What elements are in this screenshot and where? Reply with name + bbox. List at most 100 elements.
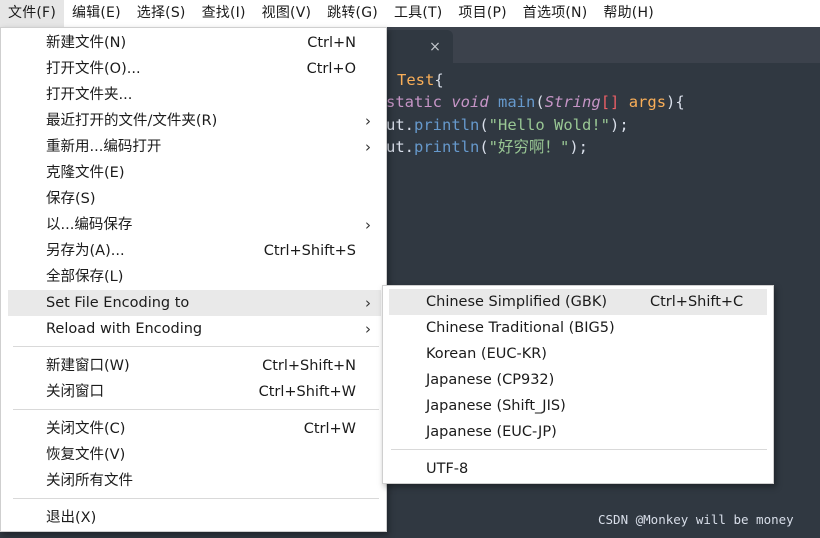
code-token: void [451, 93, 489, 111]
submenu-item-shortcut: Ctrl+Shift+C [650, 294, 744, 310]
code-token: { [434, 71, 444, 89]
submenu-item-utf8[interactable]: UTF-8 [389, 456, 767, 482]
code-token: args [628, 93, 667, 111]
code-line-2: static void main(String[] args){ [386, 91, 685, 113]
code-token: ( [535, 93, 545, 111]
submenu-item-label: Korean (EUC-KR) [426, 346, 547, 362]
menu-item-label: 克隆文件(E) [46, 165, 125, 181]
menu-item-label: 以...编码保存 [46, 217, 133, 233]
submenu-item-label: Japanese (CP932) [426, 372, 555, 388]
submenu-item-label: Chinese Traditional (BIG5) [426, 320, 615, 336]
menu-separator [13, 346, 379, 347]
code-token: "Hello Wold!" [488, 116, 610, 134]
menu-item-set-file-encoding[interactable]: Set File Encoding to › [8, 290, 381, 316]
menu-item-shortcut: Ctrl+W [303, 421, 356, 437]
menu-item-close-window[interactable]: 关闭窗口 Ctrl+Shift+W [8, 379, 381, 405]
file-menu: 新建文件(N) Ctrl+N 打开文件(O)... Ctrl+O 打开文件夹... … [0, 27, 387, 532]
menu-selection[interactable]: 选择(S) [129, 0, 194, 27]
code-token: static [386, 93, 442, 111]
menu-item-exit[interactable]: 退出(X) [8, 505, 381, 531]
menu-separator [13, 498, 379, 499]
menu-edit[interactable]: 编辑(E) [64, 0, 129, 27]
submenu-item-gbk[interactable]: Chinese Simplified (GBK) Ctrl+Shift+C [389, 289, 767, 315]
chevron-right-icon: › [365, 320, 371, 338]
menu-item-label: 关闭文件(C) [46, 421, 126, 437]
submenu-item-shift-jis[interactable]: Japanese (Shift_JIS) [389, 393, 767, 419]
submenu-separator [391, 449, 767, 450]
chevron-right-icon: › [365, 138, 371, 156]
code-token: ( [479, 116, 489, 134]
watermark: CSDN @Monkey will be money [598, 512, 794, 527]
code-line-1: Test{ [397, 69, 444, 91]
menu-item-label: Reload with Encoding [46, 321, 203, 337]
code-token: main [498, 93, 536, 111]
menu-item-save-all[interactable]: 全部保存(L) [8, 264, 381, 290]
code-token: [] [600, 93, 620, 111]
code-line-4: ut.println("好穷啊！"); [386, 136, 588, 158]
menu-help[interactable]: 帮助(H) [595, 0, 661, 27]
submenu-item-euc-jp[interactable]: Japanese (EUC-JP) [389, 419, 767, 445]
code-token: ut. [386, 116, 414, 134]
menu-item-save-with-encoding[interactable]: 以...编码保存 › [8, 212, 381, 238]
chevron-right-icon: › [365, 294, 371, 312]
menu-tools[interactable]: 工具(T) [386, 0, 450, 27]
menu-item-clone-file[interactable]: 克隆文件(E) [8, 160, 381, 186]
menu-item-shortcut: Ctrl+Shift+S [263, 243, 356, 259]
menu-item-label: Set File Encoding to [46, 295, 190, 311]
code-token: ){ [666, 93, 685, 111]
code-token: Test [397, 71, 435, 89]
menu-item-shortcut: Ctrl+N [307, 35, 356, 51]
tab-close-icon[interactable]: × [428, 37, 442, 57]
menu-item-label: 最近打开的文件/文件夹(R) [46, 113, 218, 129]
menu-item-open-file[interactable]: 打开文件(O)... Ctrl+O [8, 56, 381, 82]
menu-item-new-file[interactable]: 新建文件(N) Ctrl+N [8, 30, 381, 56]
submenu-item-big5[interactable]: Chinese Traditional (BIG5) [389, 315, 767, 341]
menu-find[interactable]: 查找(I) [194, 0, 254, 27]
menu-view[interactable]: 视图(V) [254, 0, 320, 27]
editor-tab[interactable] [380, 30, 453, 65]
code-token: ); [610, 116, 629, 134]
menu-item-label: 重新用...编码打开 [46, 139, 162, 155]
menu-item-close-all[interactable]: 关闭所有文件 [8, 468, 381, 494]
menu-item-label: 关闭窗口 [46, 384, 104, 400]
submenu-item-label: Japanese (EUC-JP) [426, 424, 557, 440]
submenu-item-label: Japanese (Shift_JIS) [426, 398, 566, 414]
menubar: 文件(F) 编辑(E) 选择(S) 查找(I) 视图(V) 跳转(G) 工具(T… [0, 0, 820, 27]
chevron-right-icon: › [365, 112, 371, 130]
submenu-item-label: Chinese Simplified (GBK) [426, 294, 608, 310]
menu-item-label: 退出(X) [46, 510, 97, 526]
code-token: println [414, 116, 480, 134]
code-token: ( [479, 138, 489, 156]
encoding-submenu: Chinese Simplified (GBK) Ctrl+Shift+C Chi… [382, 285, 774, 484]
menu-item-save-as[interactable]: 另存为(A)... Ctrl+Shift+S [8, 238, 381, 264]
submenu-item-euc-kr[interactable]: Korean (EUC-KR) [389, 341, 767, 367]
menu-separator [13, 409, 379, 410]
menu-preferences[interactable]: 首选项(N) [515, 0, 596, 27]
menu-item-reopen-encoding[interactable]: 重新用...编码打开 › [8, 134, 381, 160]
menu-item-revert-file[interactable]: 恢复文件(V) [8, 442, 381, 468]
menu-project[interactable]: 项目(P) [450, 0, 514, 27]
menu-item-label: 打开文件夹... [46, 87, 133, 103]
menu-item-reload-encoding[interactable]: Reload with Encoding › [8, 316, 381, 342]
menu-item-shortcut: Ctrl+Shift+W [258, 384, 356, 400]
menu-goto[interactable]: 跳转(G) [319, 0, 386, 27]
code-token: println [414, 138, 480, 156]
menu-item-new-window[interactable]: 新建窗口(W) Ctrl+Shift+N [8, 353, 381, 379]
menu-item-save[interactable]: 保存(S) [8, 186, 381, 212]
menu-item-label: 新建文件(N) [46, 35, 127, 51]
code-token: ); [569, 138, 589, 156]
menu-item-label: 另存为(A)... [46, 243, 125, 259]
menu-item-label: 保存(S) [46, 191, 96, 207]
submenu-item-cp932[interactable]: Japanese (CP932) [389, 367, 767, 393]
menu-item-shortcut: Ctrl+Shift+N [262, 358, 356, 374]
submenu-item-label: UTF-8 [426, 461, 469, 477]
menu-file[interactable]: 文件(F) [0, 0, 64, 27]
menu-item-label: 恢复文件(V) [46, 447, 126, 463]
menu-item-recent[interactable]: 最近打开的文件/文件夹(R) › [8, 108, 381, 134]
menu-item-label: 新建窗口(W) [46, 358, 130, 374]
menu-item-close-file[interactable]: 关闭文件(C) Ctrl+W [8, 416, 381, 442]
code-token: ut. [386, 138, 414, 156]
menu-item-open-folder[interactable]: 打开文件夹... [8, 82, 381, 108]
code-token: String [544, 93, 601, 111]
menu-item-shortcut: Ctrl+O [306, 61, 356, 77]
